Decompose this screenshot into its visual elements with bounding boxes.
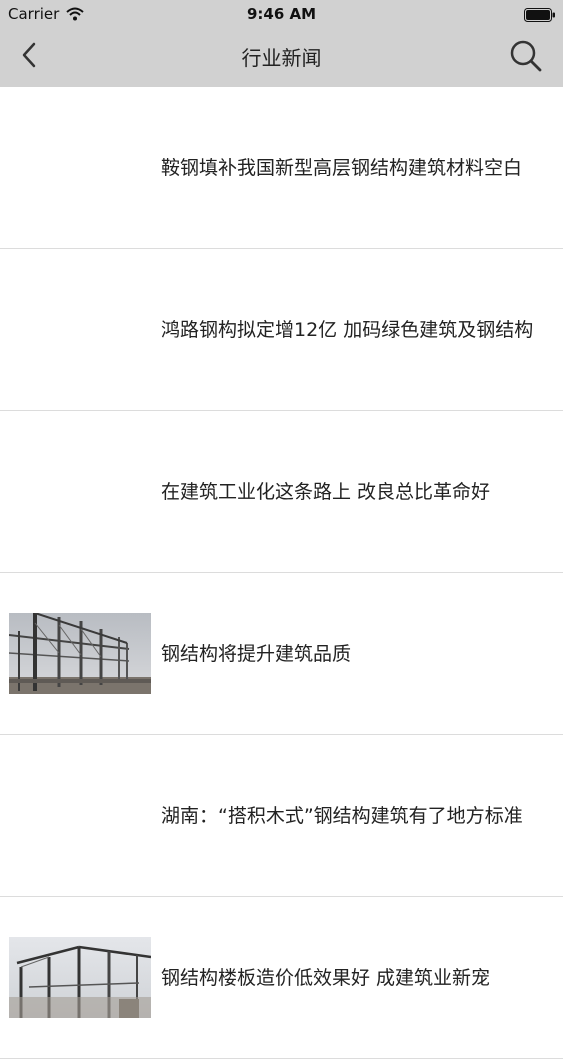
battery-icon (524, 7, 556, 26)
news-item[interactable]: 在建筑工业化这条路上 改良总比革命好 (0, 411, 563, 573)
page-title: 行业新闻 (241, 46, 322, 70)
news-title: 鞍钢填补我国新型高层钢结构建筑材料空白 (161, 157, 523, 179)
news-title: 鸿路钢构拟定增12亿 加码绿色建筑及钢结构 (161, 319, 534, 341)
news-item[interactable]: 钢结构楼板造价低效果好 成建筑业新宠 (0, 897, 563, 1059)
status-time: 9:46 AM (246, 5, 317, 23)
news-title: 湖南：“搭积木式”钢结构建筑有了地方标准 (161, 805, 523, 827)
header: Carrier 9:46 AM 行业新闻 (0, 0, 563, 87)
nav-bar: 行业新闻 (0, 28, 563, 87)
news-thumbnail (8, 612, 151, 694)
news-item[interactable]: 湖南：“搭积木式”钢结构建筑有了地方标准 (0, 735, 563, 897)
news-title: 钢结构楼板造价低效果好 成建筑业新宠 (161, 967, 491, 989)
search-button[interactable] (506, 38, 546, 78)
news-item[interactable]: 鸿路钢构拟定增12亿 加码绿色建筑及钢结构 (0, 249, 563, 411)
news-list: 鞍钢填补我国新型高层钢结构建筑材料空白 鸿路钢构拟定增12亿 加码绿色建筑及钢结… (0, 87, 563, 1059)
news-title: 钢结构将提升建筑品质 (161, 643, 352, 665)
news-thumbnail (9, 937, 152, 1018)
status-bar: Carrier 9:46 AM (0, 0, 563, 28)
news-item[interactable]: 鞍钢填补我国新型高层钢结构建筑材料空白 (0, 87, 563, 249)
search-icon (509, 39, 543, 77)
news-title: 在建筑工业化这条路上 改良总比革命好 (161, 481, 491, 503)
news-item[interactable]: 钢结构将提升建筑品质 (0, 573, 563, 735)
